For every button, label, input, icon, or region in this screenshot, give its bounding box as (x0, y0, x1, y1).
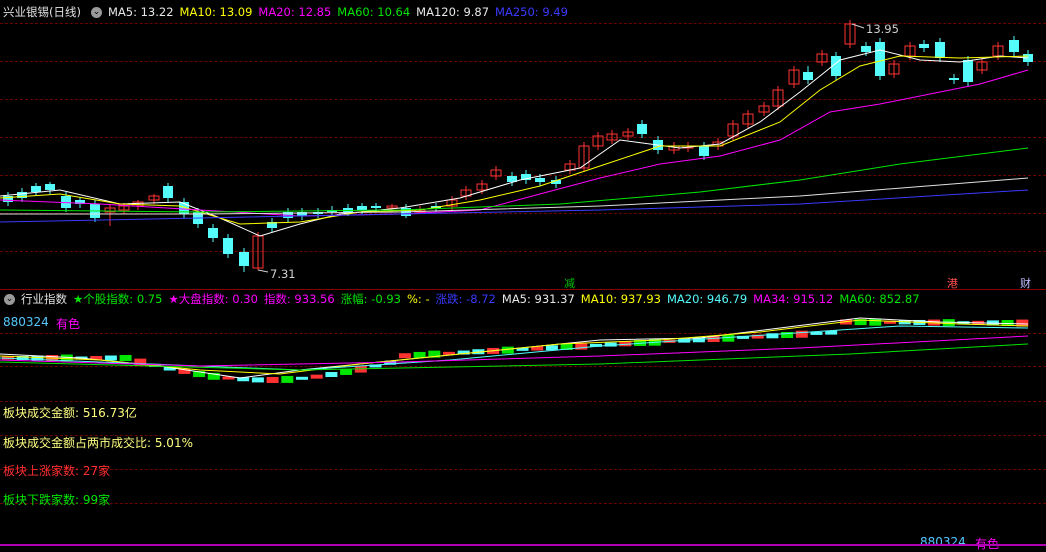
sector-candle (251, 377, 264, 383)
sector-candle (296, 376, 308, 380)
bottom-border (0, 544, 1046, 546)
sector-candle (340, 368, 353, 375)
sub-ma5-line (0, 317, 1029, 379)
sector-candle (398, 353, 411, 359)
sector-candle (501, 346, 514, 354)
sector-candle (795, 330, 808, 338)
sector-turnover: 板块成交金额: 516.73亿 (3, 406, 137, 420)
sub-ma20-line (0, 325, 1029, 371)
sub-ma60-line (0, 343, 1029, 371)
sector-candle (266, 376, 279, 383)
sector-candle (119, 355, 132, 361)
sector-turnover-ratio: 板块成交金额占两市成交比: 5.01% (3, 436, 193, 450)
sector-candle (413, 351, 426, 358)
sector-candle (810, 331, 823, 335)
sector-up-count: 板块上涨家数: 27家 (3, 464, 111, 478)
sector-down-count: 板块下跌家数: 99家 (3, 493, 111, 507)
footer-sector-code: 880324 (920, 535, 966, 549)
sub-ma34-line (0, 335, 1029, 367)
sector-candle (869, 318, 882, 326)
sector-candle (281, 375, 294, 383)
sector-index-chart[interactable] (0, 0, 1046, 551)
sector-candle (310, 374, 323, 379)
sector-candle (325, 372, 338, 378)
sector-candle (104, 355, 117, 361)
sector-candle (545, 345, 558, 351)
